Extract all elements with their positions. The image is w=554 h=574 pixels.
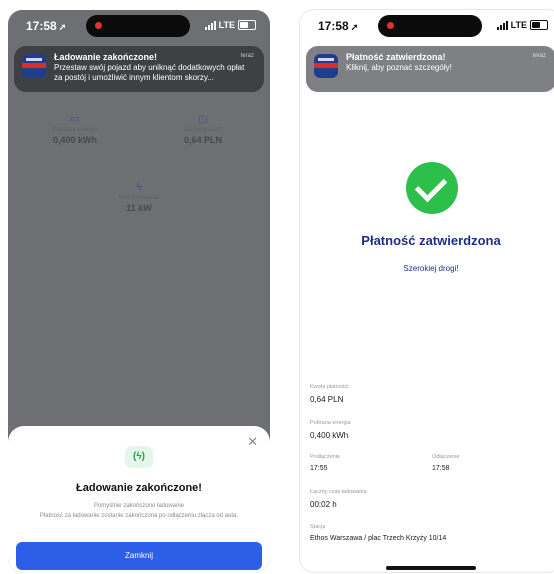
battery-icon (238, 20, 256, 30)
page-subtitle: Szerokiej drogi! (403, 264, 459, 273)
recording-dot-icon (387, 22, 394, 29)
metric-label: Pobrana energia (52, 127, 98, 133)
network-label: LTE (510, 20, 527, 30)
metric-power: ϟ Moc ładowania 11 kW (94, 182, 184, 213)
dynamic-island (378, 15, 482, 37)
checkmark-icon (406, 162, 458, 214)
energy-label: Pobrana energia (310, 420, 351, 426)
notification-title: Płatność zatwierdzona! (346, 52, 446, 62)
cost-value: 0,64 PLN (310, 395, 344, 404)
charging-complete-sheet: ✕ (ϟ) Ładowanie zakończone! Pomyślnie za… (8, 426, 270, 572)
sheet-subtitle: Pomyślnie zakończono ładowanie (93, 503, 185, 509)
metric-label: Moc ładowania (118, 195, 160, 201)
sheet-title: Ładowanie zakończone! (76, 482, 202, 494)
station-value: Ethos Warszawa / plac Trzech Krzyży 10/1… (310, 535, 447, 542)
payment-confirmed-screen: 17:58 ➚ LTE Płatność zatwierdzona! teraz … (300, 10, 554, 572)
notification-title: Ładowanie zakończone! (54, 52, 158, 62)
location-arrow-icon: ➚ (58, 22, 67, 32)
metric-value: 0,64 PLN (183, 135, 223, 145)
bolt-icon: ϟ (136, 182, 142, 193)
duration-label: Łączny czas ładowania (310, 489, 367, 495)
metric-value: 0,400 kWh (52, 135, 98, 145)
metric-cost: ◫ Aktualny koszt 0,64 PLN (158, 114, 248, 145)
recording-dot-icon (95, 22, 102, 29)
metric-energy: ▭ Pobrana energia 0,400 kWh (30, 114, 120, 145)
status-bar: 17:58 ➚ LTE (300, 10, 554, 46)
page-title: Płatność zatwierdzona (361, 233, 501, 248)
status-bar: 17:58 ➚ LTE (8, 10, 270, 46)
status-icons: LTE (204, 20, 256, 30)
energy-value: 0,400 kWh (310, 431, 349, 440)
notification-body: Przestaw swój pojazd aby uniknąć dodatko… (54, 63, 245, 82)
signal-icon (204, 20, 216, 30)
battery-icon (530, 20, 548, 30)
charging-screen: 17:58 ➚ LTE Ładowanie zakończone! teraz P… (8, 10, 270, 572)
sheet-description: Płatność za ładowanie zostanie zakończon… (39, 513, 239, 519)
status-icons: LTE (496, 20, 548, 30)
station-label: Stacja (310, 524, 326, 530)
charging-done-icon: (ϟ) (125, 446, 153, 468)
metric-value: 11 kW (126, 203, 152, 213)
notification-banner[interactable]: Płatność zatwierdzona! teraz Kliknij, ab… (306, 46, 554, 92)
notification-banner[interactable]: Ładowanie zakończone! teraz Przestaw swó… (14, 46, 264, 92)
start-value: 17:55 (310, 465, 328, 472)
notification-body: Kliknij, aby poznać szczegóły! (346, 63, 452, 72)
dynamic-island (86, 15, 190, 37)
plug-icon: ▭ (70, 114, 80, 125)
notification-time: teraz (532, 53, 546, 59)
home-indicator (386, 566, 476, 570)
end-label: Odłączenie (432, 454, 460, 460)
duration-value: 00:02 h (310, 500, 337, 509)
close-button[interactable]: Zamknij (16, 542, 262, 570)
cost-label: Kwota płatności (310, 384, 349, 390)
close-icon[interactable]: ✕ (247, 434, 258, 450)
start-label: Podłączenie (310, 454, 340, 460)
location-arrow-icon: ➚ (350, 22, 359, 32)
metric-label: Aktualny koszt (183, 127, 223, 133)
end-value: 17:58 (432, 465, 450, 472)
status-time: 17:58 ➚ (26, 19, 67, 33)
signal-icon (496, 20, 508, 30)
app-logo-icon (22, 54, 46, 78)
wallet-icon: ◫ (198, 114, 208, 125)
notification-time: teraz (240, 53, 254, 59)
status-time: 17:58 ➚ (318, 19, 359, 33)
network-label: LTE (218, 20, 235, 30)
app-logo-icon (314, 54, 338, 78)
